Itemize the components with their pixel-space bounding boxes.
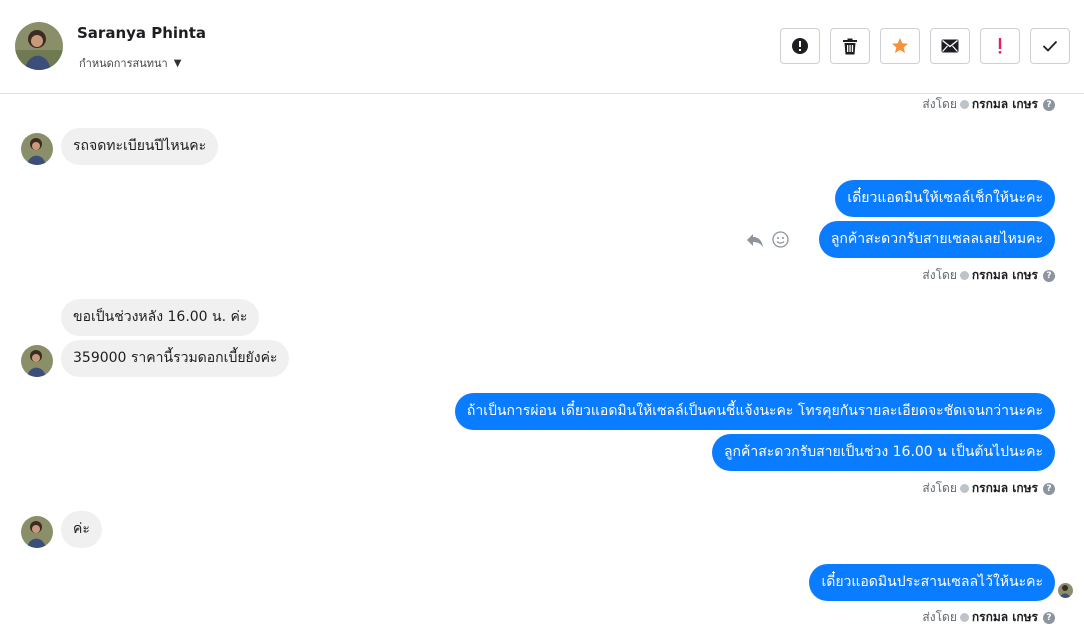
incoming-message[interactable]: 359000 ราคานี้รวมดอกเบี้ยยังค่ะ xyxy=(61,340,290,377)
conversation-header: Saranya Phinta กำหนดการสนทนา ▼ xyxy=(0,0,1084,94)
exclamation-icon xyxy=(998,38,1002,54)
emoji-reaction-icon[interactable] xyxy=(772,231,789,248)
star-button[interactable] xyxy=(880,28,920,64)
message-actions xyxy=(746,231,789,248)
caret-down-icon: ▼ xyxy=(173,57,182,69)
help-icon[interactable]: ? xyxy=(1043,269,1055,282)
delete-button[interactable] xyxy=(830,28,870,64)
mark-unread-button[interactable] xyxy=(930,28,970,64)
agent-name: กรกมล เกษร xyxy=(971,97,1038,111)
agent-name: กรกมล เกษร xyxy=(971,268,1038,282)
envelope-icon xyxy=(941,39,959,53)
help-icon[interactable]: ? xyxy=(1043,611,1055,624)
conversation-settings-label: กำหนดการสนทนา xyxy=(79,57,168,70)
status-dot-icon xyxy=(959,613,969,622)
conversation-toolbar xyxy=(780,28,1070,64)
sent-by-label: ส่งโดย กรกมล เกษร ? xyxy=(922,266,1055,285)
contact-avatar[interactable] xyxy=(15,22,63,70)
check-icon xyxy=(1042,40,1058,52)
agent-name: กรกมล เกษร xyxy=(971,610,1038,624)
seen-by-avatar xyxy=(1058,583,1073,598)
sent-by-label: ส่งโดย กรกมล เกษร ? xyxy=(922,608,1055,627)
contact-name: Saranya Phinta xyxy=(77,24,207,42)
outgoing-message[interactable]: ลูกค้าสะดวกรับสายเป็นช่วง 16.00 น เป็นต้… xyxy=(711,434,1055,471)
status-dot-icon xyxy=(959,271,969,280)
status-dot-icon xyxy=(959,484,969,493)
contact-avatar-small xyxy=(21,133,53,165)
help-icon[interactable]: ? xyxy=(1043,98,1055,111)
outgoing-message[interactable]: เดี๋ยวแอดมินประสานเซลลไว้ให้นะคะ xyxy=(809,564,1055,601)
outgoing-message[interactable]: ถ้าเป็นการผ่อน เดี๋ยวแอดมินให้เซลล์เป็นค… xyxy=(454,393,1055,430)
outgoing-message[interactable]: ลูกค้าสะดวกรับสายเซลลเลยไหมคะ xyxy=(818,221,1055,258)
agent-name: กรกมล เกษร xyxy=(971,481,1038,495)
star-icon xyxy=(892,38,908,53)
conversation-settings-dropdown[interactable]: กำหนดการสนทนา ▼ xyxy=(79,54,181,72)
message-thread[interactable]: ส่งโดย กรกมล เกษร ? รถจดทะเบียนปีไหนคะ เ… xyxy=(0,95,1084,639)
help-icon[interactable]: ? xyxy=(1043,482,1055,495)
mark-done-button[interactable] xyxy=(1030,28,1070,64)
priority-button[interactable] xyxy=(980,28,1020,64)
trash-icon xyxy=(843,38,857,54)
incoming-message[interactable]: รถจดทะเบียนปีไหนคะ xyxy=(61,128,219,165)
contact-avatar-small xyxy=(21,345,53,377)
incoming-message[interactable]: ค่ะ xyxy=(61,511,102,548)
contact-avatar-small xyxy=(21,516,53,548)
sent-by-label: ส่งโดย กรกมล เกษร ? xyxy=(922,479,1055,498)
reply-icon[interactable] xyxy=(746,232,764,248)
outgoing-message[interactable]: เดี๋ยวแอดมินให้เซลล์เช็กให้นะคะ xyxy=(835,180,1055,217)
status-dot-icon xyxy=(959,100,969,109)
incoming-message[interactable]: ขอเป็นช่วงหลัง 16.00 น. ค่ะ xyxy=(61,299,260,336)
alert-circle-icon xyxy=(792,38,808,54)
sent-by-label: ส่งโดย กรกมล เกษร ? xyxy=(922,95,1055,114)
report-button[interactable] xyxy=(780,28,820,64)
